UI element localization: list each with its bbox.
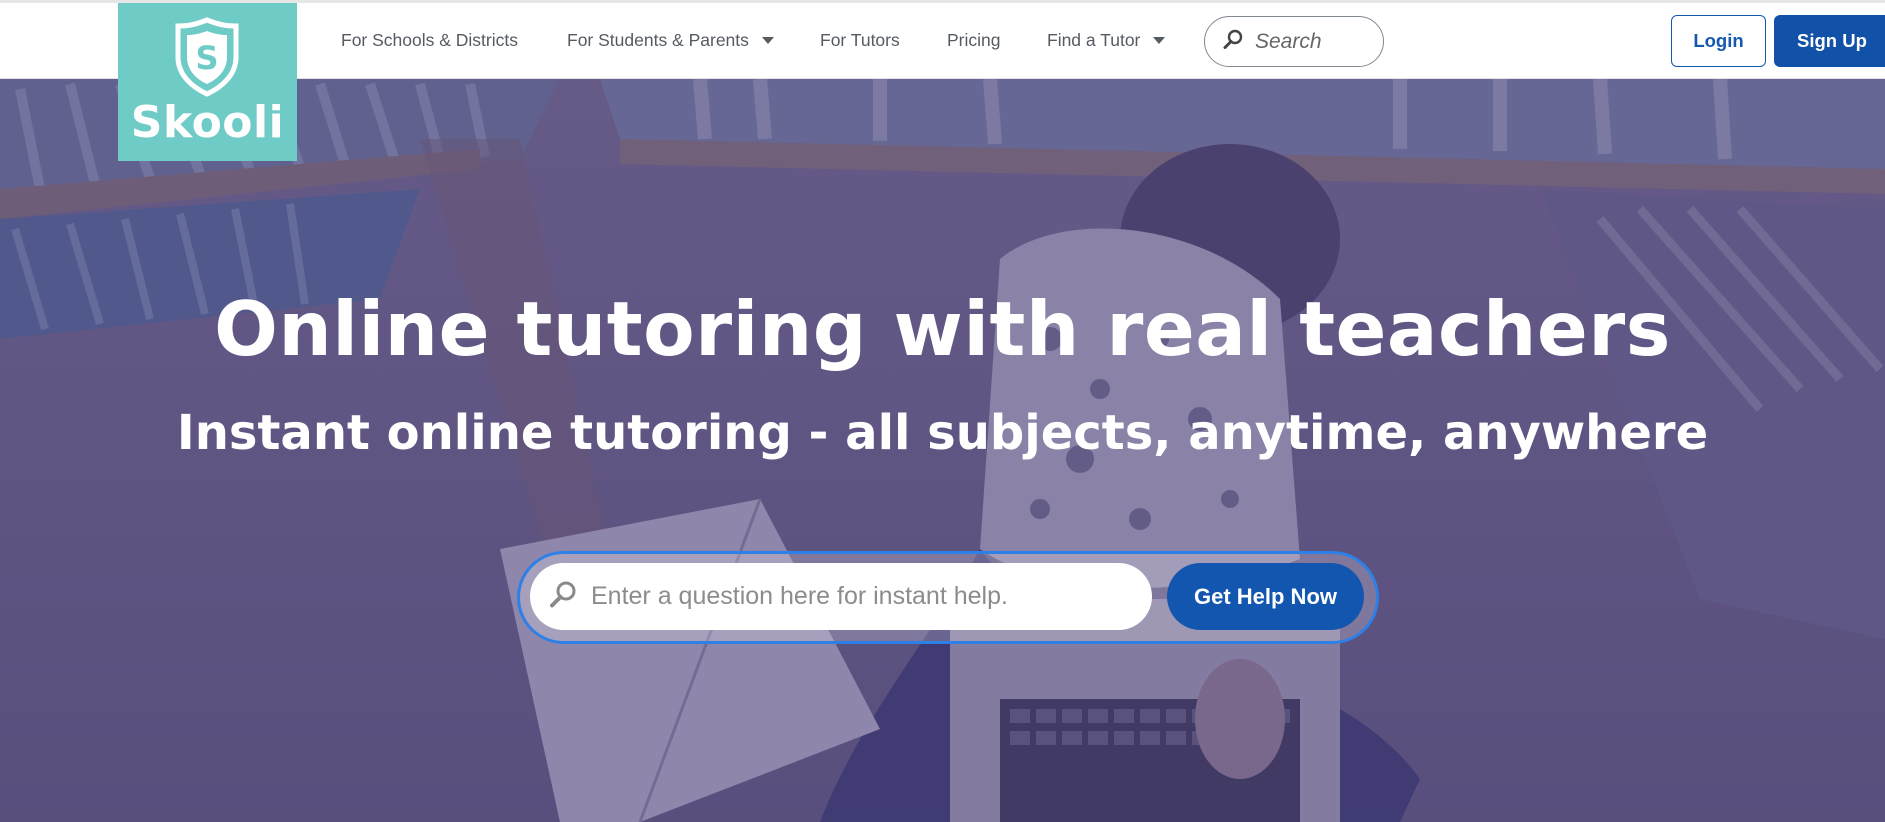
login-button[interactable]: Login xyxy=(1671,15,1766,67)
nav-search-box[interactable]: Search xyxy=(1204,16,1384,67)
nav-pricing[interactable]: Pricing xyxy=(947,30,1001,51)
nav-schools-districts-label: For Schools & Districts xyxy=(341,30,518,50)
search-icon xyxy=(1223,29,1243,54)
nav-search-label: Search xyxy=(1255,29,1322,53)
hero-title: Online tutoring with real teachers xyxy=(214,285,1671,373)
hero-subtitle: Instant online tutoring - all subjects, … xyxy=(176,405,1709,461)
skooli-logo[interactable]: S Skooli xyxy=(118,3,297,161)
chevron-down-icon xyxy=(1153,37,1166,44)
nav-tutors[interactable]: For Tutors xyxy=(820,30,900,51)
brand-name: Skooli xyxy=(130,97,285,148)
nav-tutors-label: For Tutors xyxy=(820,30,900,50)
chevron-down-icon xyxy=(761,37,774,44)
hero-section: Online tutoring with real teachers Insta… xyxy=(0,79,1885,822)
signup-button[interactable]: Sign Up xyxy=(1774,15,1885,67)
instant-help-form: Get Help Now xyxy=(517,551,1379,644)
shield-icon: S xyxy=(175,17,239,97)
question-input[interactable] xyxy=(591,582,1131,611)
shield-letter: S xyxy=(195,39,218,77)
nav-students-parents[interactable]: For Students & Parents xyxy=(567,30,774,51)
question-input-wrapper[interactable] xyxy=(530,563,1152,630)
nav-students-parents-label: For Students & Parents xyxy=(567,30,749,50)
get-help-now-button[interactable]: Get Help Now xyxy=(1167,563,1364,630)
nav-pricing-label: Pricing xyxy=(947,30,1001,50)
nav-find-tutor-label: Find a Tutor xyxy=(1047,30,1141,50)
nav-schools-districts[interactable]: For Schools & Districts xyxy=(341,30,518,51)
search-icon xyxy=(549,580,577,613)
nav-find-tutor[interactable]: Find a Tutor xyxy=(1047,30,1166,51)
